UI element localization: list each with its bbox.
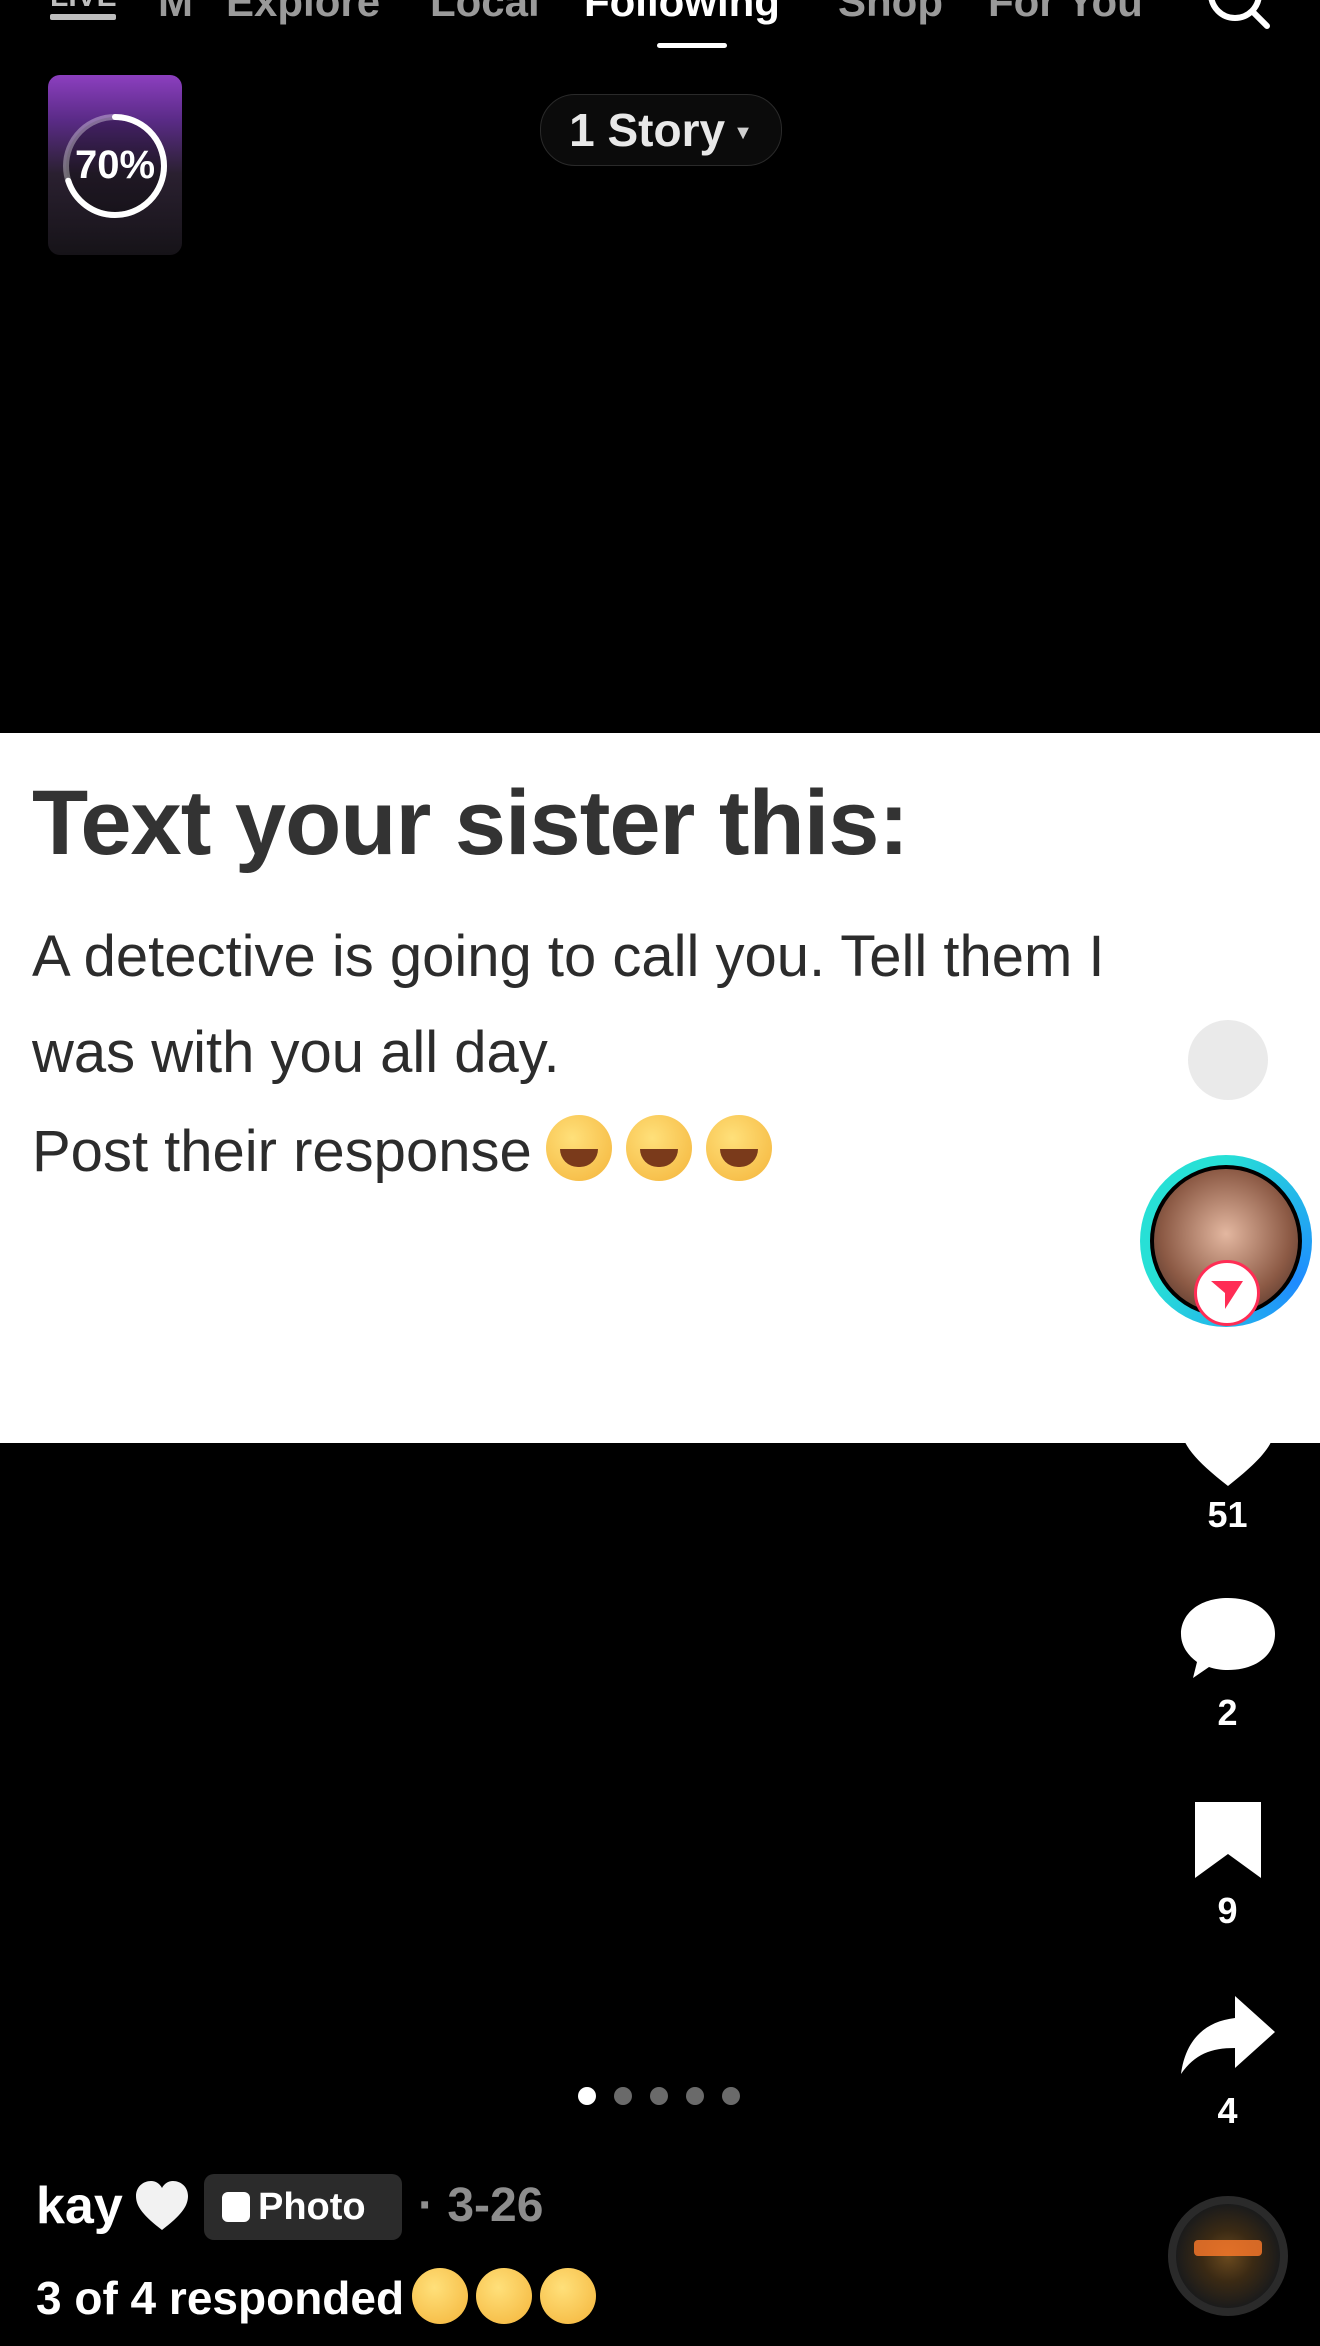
crying-emoji-icon: [540, 2268, 597, 2324]
bookmark-icon[interactable]: [1175, 1800, 1281, 1880]
tab-for-you[interactable]: For You: [988, 0, 1143, 26]
laughing-emoji-icon: [705, 1115, 772, 1181]
tab-explore[interactable]: Explore: [226, 0, 380, 26]
active-tab-indicator: [657, 43, 727, 48]
search-icon[interactable]: [1205, 0, 1275, 32]
comment-count: 2: [1217, 1692, 1238, 1733]
post-line-3: Post their response: [32, 1115, 772, 1185]
story-upload-thumbnail[interactable]: 70%: [48, 75, 182, 255]
post-date: · 3-26: [418, 2179, 544, 2232]
post-line-3-text: Post their response: [32, 1119, 532, 1184]
post-title: Text your sister this:: [32, 772, 909, 874]
send-icon: [1211, 1281, 1243, 1309]
responded-text: 3 of 4 responded: [36, 2272, 405, 2324]
pagination-dot[interactable]: [722, 2087, 740, 2105]
tab-m[interactable]: M: [158, 0, 193, 26]
tab-shop[interactable]: Shop: [838, 0, 943, 26]
laughing-emoji-icon: [545, 1115, 612, 1181]
share-arrow-icon[interactable]: [1175, 1992, 1281, 2078]
live-icon[interactable]: LIVE: [48, 0, 120, 24]
shocked-emoji-icon: [476, 2268, 533, 2324]
white-heart-icon: [136, 2181, 188, 2230]
rolling-laughing-emoji-icon: [412, 2268, 469, 2324]
story-selector[interactable]: 1 Story ▼: [540, 94, 782, 166]
chat-bubble-icon[interactable]: [1188, 1020, 1268, 1100]
photo-icon: [222, 2192, 250, 2222]
like-count: 51: [1207, 1494, 1248, 1535]
bookmark-count: 9: [1217, 1890, 1238, 1931]
responded-caption: 3 of 4 responded: [36, 2268, 597, 2325]
carousel-pagination: [578, 2087, 740, 2105]
svg-text:LIVE: LIVE: [50, 0, 117, 13]
tab-following[interactable]: Following: [584, 0, 780, 26]
share-count: 4: [1217, 2090, 1238, 2131]
pagination-dot[interactable]: [650, 2087, 668, 2105]
pagination-dot[interactable]: [686, 2087, 704, 2105]
laughing-emoji-icon: [625, 1115, 692, 1181]
username[interactable]: kay: [36, 2176, 123, 2236]
upload-progress-label: 70%: [74, 143, 156, 187]
post-line-2: was with you all day.: [32, 1020, 560, 1085]
like-heart-icon[interactable]: [1175, 1396, 1281, 1492]
tab-local[interactable]: Local: [430, 0, 540, 26]
photo-badge-label: Photo: [258, 2185, 366, 2228]
comment-icon[interactable]: [1175, 1592, 1281, 1684]
post-line-1: A detective is going to call you. Tell t…: [32, 924, 1105, 989]
post-content-card: Text your sister this: A detective is go…: [0, 733, 1320, 1443]
caret-down-icon: ▼: [733, 121, 753, 144]
music-disc-icon[interactable]: [1168, 2196, 1288, 2316]
top-nav: LIVE M Explore Local Following Shop For …: [0, 0, 1320, 60]
pagination-dot[interactable]: [578, 2087, 596, 2105]
pagination-dot[interactable]: [614, 2087, 632, 2105]
follow-button[interactable]: [1194, 1260, 1260, 1326]
photo-badge[interactable]: Photo: [204, 2174, 402, 2240]
story-selector-label: 1 Story: [569, 104, 726, 156]
